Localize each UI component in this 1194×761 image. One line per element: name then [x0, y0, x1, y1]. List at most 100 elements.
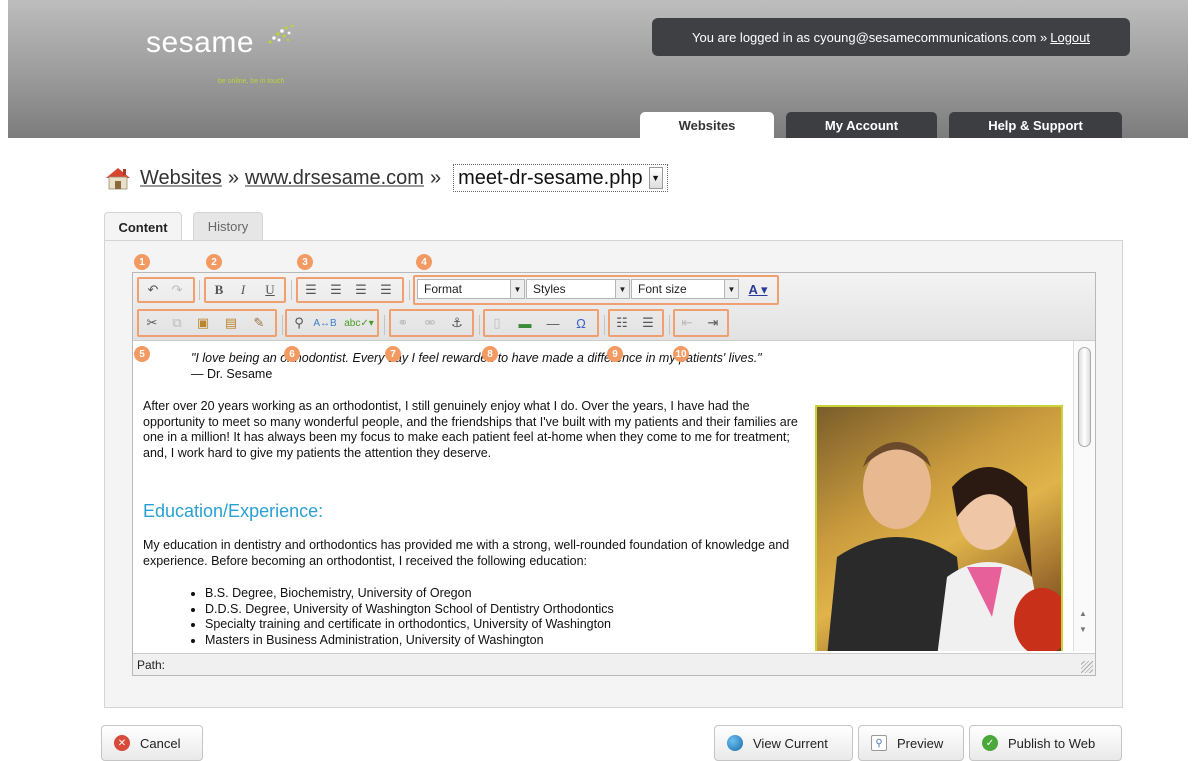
logo-dots-icon [268, 24, 294, 44]
breadcrumb-site-link[interactable]: www.drsesame.com [245, 167, 424, 190]
couple-photo[interactable] [815, 405, 1063, 651]
underline-icon[interactable]: U [260, 280, 280, 300]
globe-icon [727, 735, 743, 751]
callout-number: 5 [134, 346, 150, 362]
unlink-icon[interactable]: ⚮ [420, 313, 440, 333]
scroll-down-icon[interactable]: ▼ [1079, 625, 1087, 634]
view-current-button[interactable]: View Current [714, 725, 853, 761]
page-select[interactable]: meet-dr-sesame.php ▼ [453, 164, 668, 192]
tab-history[interactable]: History [193, 212, 263, 240]
special-character-icon[interactable]: Ω [571, 313, 591, 333]
find-icon[interactable]: ⚲ [289, 313, 309, 333]
cancel-label: Cancel [140, 735, 181, 751]
copy-icon[interactable]: ⧉ [167, 313, 187, 333]
tab-content[interactable]: Content [104, 212, 182, 241]
italic-icon[interactable]: I [233, 280, 253, 300]
format-select[interactable]: Format ▼ [417, 279, 525, 299]
styles-select-label: Styles [533, 282, 566, 296]
bullet-list-icon[interactable]: ☷ [612, 313, 632, 333]
scroll-up-icon[interactable]: ▲ [1079, 609, 1087, 618]
paste-icon[interactable]: ▣ [193, 313, 213, 333]
education-paragraph: My education in dentistry and orthodonti… [143, 538, 790, 568]
resize-handle-icon[interactable] [1081, 661, 1093, 673]
paste-text-icon[interactable]: ▤ [221, 313, 241, 333]
close-icon: ✕ [114, 735, 130, 751]
callout-number: 9 [607, 346, 623, 362]
cancel-button[interactable]: ✕ Cancel [101, 725, 203, 761]
list-item: D.D.S. Degree, University of Washington … [205, 602, 614, 618]
callout-number: 7 [385, 346, 401, 362]
editor-document[interactable]: "I love being an orthodontist. Every day… [133, 341, 1071, 651]
align-center-icon[interactable]: ☰ [326, 280, 346, 300]
publish-button[interactable]: ✓ Publish to Web [969, 725, 1122, 761]
chevron-down-icon: ▼ [724, 280, 738, 298]
chevron-down-icon: ▼ [510, 280, 524, 298]
tab-help-support[interactable]: Help & Support [949, 112, 1122, 138]
list-item: Masters in Business Administration, Univ… [205, 633, 614, 649]
chevron-down-icon: ▼ [615, 280, 629, 298]
toolbar-divider [479, 315, 480, 335]
quote-author: — Dr. Sesame [191, 367, 273, 381]
preview-label: Preview [897, 735, 944, 751]
scrollbar-thumb[interactable] [1078, 347, 1091, 447]
tab-my-account[interactable]: My Account [786, 112, 937, 138]
callout-number: 3 [297, 254, 313, 270]
callout-number: 10 [673, 346, 689, 362]
logo-tagline: be online, be in touch [218, 78, 285, 85]
toolbar-divider [604, 315, 605, 335]
toolbar-divider [384, 315, 385, 335]
breadcrumb-separator: » [227, 166, 240, 189]
breadcrumb-websites-link[interactable]: Websites [140, 167, 222, 190]
education-heading: Education/Experience: [143, 501, 324, 521]
sesame-logo[interactable]: sesame be online, be in touch [146, 24, 294, 85]
preview-icon: ⚲ [871, 735, 887, 751]
editor-toolbar: ↶ ↷ B I U ☰ ☰ ☰ ☰ Format ▼ Styles ▼ Font s… [133, 273, 1095, 341]
chevron-down-icon: ▼ [648, 167, 663, 189]
page-select-value: meet-dr-sesame.php [458, 166, 643, 189]
horizontal-rule-icon[interactable]: — [543, 313, 563, 333]
toolbar-divider [199, 280, 200, 300]
callout-number: 4 [416, 254, 432, 270]
numbered-list-icon[interactable]: ☰ [638, 313, 658, 333]
callout-number: 6 [284, 346, 300, 362]
styles-select[interactable]: Styles ▼ [526, 279, 630, 299]
tab-websites[interactable]: Websites [640, 112, 774, 138]
home-icon[interactable] [104, 166, 132, 190]
text-color-icon[interactable]: A ▾ [743, 280, 773, 300]
spellcheck-icon[interactable]: abc✓▾ [343, 313, 375, 333]
anchor-icon[interactable]: ⚓ [447, 313, 467, 333]
app-header: sesame be online, be in touch You are lo… [8, 0, 1188, 138]
font-size-select[interactable]: Font size ▼ [631, 279, 739, 299]
indent-icon[interactable]: ⇥ [703, 313, 723, 333]
align-right-icon[interactable]: ☰ [351, 280, 371, 300]
replace-icon[interactable]: A↔B [313, 313, 336, 333]
list-item: Specialty training and certificate in or… [205, 617, 614, 633]
callout-number: 8 [482, 346, 498, 362]
rich-text-editor: ↶ ↷ B I U ☰ ☰ ☰ ☰ Format ▼ Styles ▼ Font s… [132, 272, 1096, 676]
image-icon[interactable]: ▬ [515, 313, 535, 333]
preview-button[interactable]: ⚲ Preview [858, 725, 964, 761]
photo-illustration [827, 442, 1061, 651]
clean-up-icon[interactable]: ✎ [249, 313, 269, 333]
logged-in-text: You are logged in as cyoung@sesamecommun… [691, 29, 1048, 45]
align-left-icon[interactable]: ☰ [301, 280, 321, 300]
callout-number: 1 [134, 254, 150, 270]
format-select-label: Format [424, 282, 463, 296]
logo-wordmark: sesame [146, 26, 255, 59]
editor-scrollbar[interactable]: ▲ ▼ [1073, 341, 1095, 651]
cut-icon[interactable]: ✂ [142, 313, 162, 333]
undo-icon[interactable]: ↶ [143, 280, 163, 300]
font-size-select-label: Font size [638, 282, 687, 296]
toolbar-divider [291, 280, 292, 300]
outdent-icon[interactable]: ⇤ [677, 313, 697, 333]
toolbar-divider [282, 315, 283, 335]
intro-paragraph: After over 20 years working as an orthod… [143, 399, 798, 460]
logout-link[interactable]: Logout [1050, 30, 1090, 45]
path-label: Path: [137, 658, 166, 672]
education-list: B.S. Degree, Biochemistry, University of… [191, 586, 614, 648]
link-icon[interactable]: ⚭ [393, 313, 413, 333]
template-icon[interactable]: ▯ [487, 313, 507, 333]
align-justify-icon[interactable]: ☰ [376, 280, 396, 300]
redo-icon[interactable]: ↷ [167, 280, 187, 300]
bold-icon[interactable]: B [209, 280, 229, 300]
